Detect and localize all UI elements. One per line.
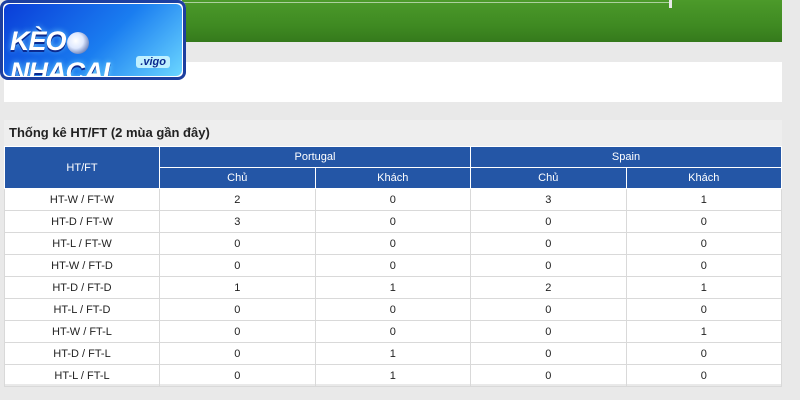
row-label: HT-L / FT-L	[4, 364, 160, 387]
stat-cell: 0	[470, 210, 627, 233]
row-label: HT-W / FT-D	[4, 254, 160, 277]
table-row: HT-W / FT-W 2 0 3 1	[4, 188, 782, 211]
team-header-portugal: Portugal	[159, 146, 471, 168]
stat-cell: 0	[314, 232, 471, 255]
stat-cell: 0	[314, 254, 471, 277]
stat-cell: 2	[470, 276, 627, 299]
stat-cell: 0	[159, 298, 316, 321]
stat-cell: 0	[159, 320, 316, 343]
htft-table: HT/FT Portugal Spain Chủ Khách Chủ Khách…	[4, 146, 782, 387]
soccer-ball-icon	[66, 31, 89, 54]
stat-cell: 1	[314, 364, 471, 387]
row-label: HT-D / FT-D	[4, 276, 160, 299]
stat-cell: 0	[625, 364, 782, 387]
stat-cell: 0	[470, 320, 627, 343]
htft-stats-panel: Thống kê HT/FT (2 mùa gần đây) HT/FT Por…	[4, 120, 782, 387]
stat-cell: 0	[625, 210, 782, 233]
stat-cell: 0	[314, 188, 471, 211]
stats-title: Thống kê HT/FT (2 mùa gần đây)	[4, 120, 782, 146]
stat-cell: 0	[470, 342, 627, 365]
row-label: HT-L / FT-W	[4, 232, 160, 255]
table-row: HT-D / FT-D 1 1 2 1	[4, 276, 782, 299]
stat-cell: 0	[470, 232, 627, 255]
stat-cell: 3	[159, 210, 316, 233]
stat-cell: 0	[625, 232, 782, 255]
stat-cell: 0	[159, 254, 316, 277]
stat-cell: 0	[314, 320, 471, 343]
table-row: HT-W / FT-L 0 0 0 1	[4, 320, 782, 343]
field-banner	[182, 0, 782, 42]
stat-cell: 2	[159, 188, 316, 211]
stat-cell: 0	[159, 342, 316, 365]
logo-subtext: .vigo	[136, 56, 170, 68]
stat-cell: 0	[159, 232, 316, 255]
table-row: HT-L / FT-L 0 1 0 0	[4, 364, 782, 387]
stat-cell: 0	[470, 364, 627, 387]
stat-cell: 1	[625, 276, 782, 299]
stat-cell: 1	[625, 320, 782, 343]
row-label: HT-W / FT-L	[4, 320, 160, 343]
sub-header-home: Chủ	[470, 167, 627, 189]
sub-header-away: Khách	[625, 167, 782, 189]
sub-header-home: Chủ	[159, 167, 316, 189]
stat-cell: 0	[314, 210, 471, 233]
logo-text-a: KÈO	[10, 26, 67, 56]
field-line	[182, 2, 672, 3]
table-row: HT-L / FT-W 0 0 0 0	[4, 232, 782, 255]
stat-cell: 1	[314, 276, 471, 299]
stat-cell: 1	[159, 276, 316, 299]
logo-text-b: NHACAI	[10, 57, 110, 76]
table-row: HT-D / FT-W 3 0 0 0	[4, 210, 782, 233]
logo-text: KÈONHACAI	[10, 26, 182, 76]
table-row: HT-L / FT-D 0 0 0 0	[4, 298, 782, 321]
goal-post	[669, 0, 672, 8]
table-row: HT-D / FT-L 0 1 0 0	[4, 342, 782, 365]
row-label: HT-W / FT-W	[4, 188, 160, 211]
stat-cell: 3	[470, 188, 627, 211]
row-label: HT-L / FT-D	[4, 298, 160, 321]
row-label: HT-D / FT-L	[4, 342, 160, 365]
stat-cell: 0	[314, 298, 471, 321]
stat-cell: 1	[625, 188, 782, 211]
sub-header-away: Khách	[314, 167, 471, 189]
stat-cell: 0	[159, 364, 316, 387]
stat-cell: 0	[625, 254, 782, 277]
stat-cell: 0	[470, 254, 627, 277]
stat-cell: 0	[470, 298, 627, 321]
stat-cell: 0	[625, 298, 782, 321]
row-label: HT-D / FT-W	[4, 210, 160, 233]
team-header-spain: Spain	[470, 146, 782, 168]
site-logo[interactable]: KÈONHACAI .vigo	[0, 0, 186, 80]
row-header-cell: HT/FT	[4, 146, 160, 189]
stat-cell: 0	[625, 342, 782, 365]
stat-cell: 1	[314, 342, 471, 365]
logo-background: KÈONHACAI .vigo	[4, 4, 182, 76]
table-row: HT-W / FT-D 0 0 0 0	[4, 254, 782, 277]
